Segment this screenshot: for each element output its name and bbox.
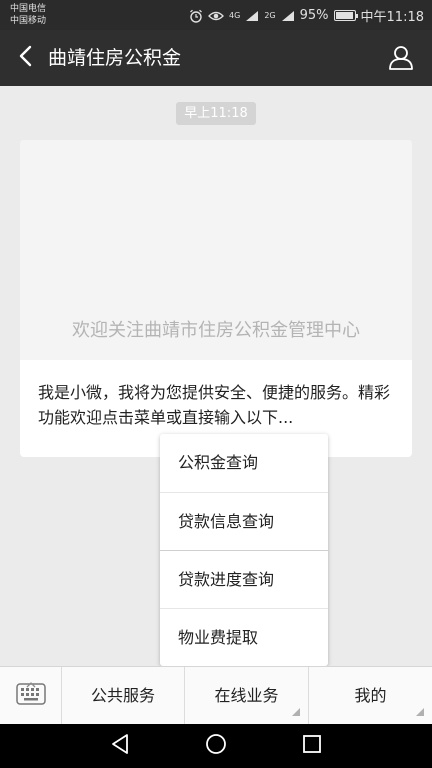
carrier-1: 中国电信 [10, 4, 47, 14]
back-button[interactable] [10, 42, 40, 74]
carrier-2: 中国移动 [10, 16, 47, 26]
menu-online-business[interactable]: 在线业务 [185, 667, 309, 724]
page-title: 曲靖住房公积金 [48, 47, 182, 69]
signal-icon [245, 10, 259, 22]
signal-icon [281, 10, 295, 22]
article-cover: 欢迎关注曲靖市住房公积金管理中心 [20, 140, 412, 360]
official-account-menu-bar: 公共服务 在线业务 我的 [0, 666, 432, 724]
battery-icon [333, 10, 358, 21]
clock: 中午11:18 [360, 10, 424, 25]
status-indicators: 4G 2G 95% 中午11:18 [189, 6, 424, 25]
profile-icon [388, 44, 414, 74]
submenu-indicator-icon [292, 708, 300, 716]
menu-mine-label: 我的 [354, 686, 387, 705]
menu-online-business-label: 在线业务 [214, 686, 279, 705]
caret-up-icon [26, 673, 36, 692]
menu-item-loan-progress[interactable]: 贷款进度查询 [160, 550, 328, 608]
alarm-icon [189, 9, 203, 23]
battery-percent: 95% [299, 8, 329, 23]
title-bar: 曲靖住房公积金 [0, 30, 432, 86]
submenu-indicator-icon [416, 708, 424, 716]
keyboard-toggle-button[interactable] [0, 667, 62, 724]
status-bar: 中国电信 中国移动 4G 2G 95% 中午11:18 [0, 0, 432, 30]
profile-button[interactable] [386, 44, 416, 74]
back-arrow-icon [18, 45, 32, 71]
article-title: 欢迎关注曲靖市住房公积金管理中心 [72, 320, 360, 341]
nav-home-icon [205, 733, 227, 759]
nav-recent-button[interactable] [298, 732, 326, 760]
menu-item-loan-info[interactable]: 贷款信息查询 [160, 492, 328, 550]
menu-item-property-fee[interactable]: 物业费提取 [160, 608, 328, 666]
submenu-popup: 公积金查询 贷款信息查询 贷款进度查询 物业费提取 [160, 434, 328, 666]
menu-item-fund-query[interactable]: 公积金查询 [160, 434, 328, 492]
network-1: 4G [229, 10, 241, 20]
menu-public-service[interactable]: 公共服务 [62, 667, 185, 724]
battery-level [335, 12, 353, 19]
nav-home-button[interactable] [202, 732, 230, 760]
article-message-card[interactable]: 欢迎关注曲靖市住房公积金管理中心 我是小微，我将为您提供安全、便捷的服务。精彩功… [20, 140, 412, 457]
nav-recent-icon [302, 734, 322, 758]
eye-icon [208, 10, 224, 22]
nav-back-icon [110, 733, 130, 759]
nav-back-button[interactable] [106, 732, 134, 760]
message-timestamp: 早上11:18 [176, 102, 256, 125]
article-digest: 我是小微，我将为您提供安全、便捷的服务。精彩功能欢迎点击菜单或直接输入以下... [38, 383, 391, 427]
system-navigation-bar [0, 724, 432, 768]
network-2: 2G [264, 10, 276, 20]
menu-mine[interactable]: 我的 [309, 667, 432, 724]
carrier-names: 中国电信 中国移动 [10, 3, 46, 27]
